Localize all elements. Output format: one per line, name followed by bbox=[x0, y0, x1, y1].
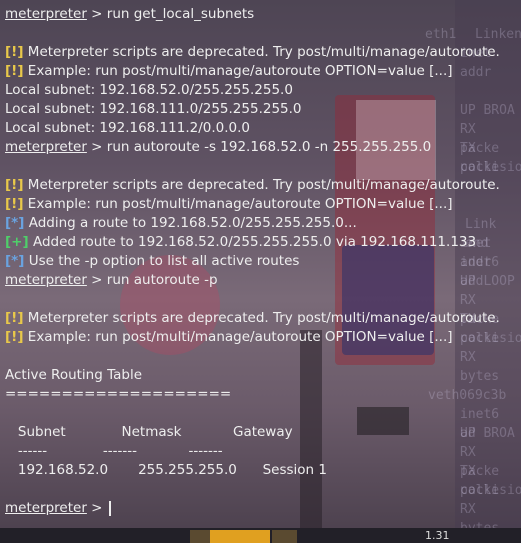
terminal-output-line: [!] Example: run post/multi/manage/autor… bbox=[5, 328, 453, 347]
status-tag: [*] bbox=[5, 253, 25, 269]
terminal-output-line: [!] Example: run post/multi/manage/autor… bbox=[5, 195, 453, 214]
terminal-text: Example: run post/multi/manage/autoroute… bbox=[23, 329, 453, 345]
terminal-text: Active Routing Table bbox=[5, 367, 143, 383]
terminal-prompt-line: meterpreter > run get_local_subnets bbox=[5, 5, 254, 24]
terminal-text: ==================== bbox=[5, 386, 232, 402]
terminal-text: > run autoroute -s 192.168.52.0 -n 255.2… bbox=[86, 139, 432, 155]
terminal-output-line: ==================== bbox=[5, 385, 231, 404]
taskbar-item[interactable] bbox=[272, 530, 297, 543]
terminal-output-line: Active Routing Table bbox=[5, 366, 142, 385]
terminal-prompt-line: meterpreter > run autoroute -s 192.168.5… bbox=[5, 138, 431, 157]
terminal-text: Meterpreter scripts are deprecated. Try … bbox=[23, 44, 500, 60]
status-tag: [!] bbox=[5, 44, 24, 60]
status-tag: [!] bbox=[5, 196, 24, 212]
text-cursor bbox=[108, 500, 111, 516]
meterpreter-prompt: meterpreter bbox=[5, 272, 87, 288]
terminal-prompt-line: meterpreter > bbox=[5, 499, 111, 518]
terminal-text: Meterpreter scripts are deprecated. Try … bbox=[23, 310, 500, 326]
terminal-text: ------ ------- ------- bbox=[5, 443, 223, 459]
terminal-output-line: [!] Meterpreter scripts are deprecated. … bbox=[5, 43, 500, 62]
status-tag: [!] bbox=[5, 177, 24, 193]
meterpreter-prompt: meterpreter bbox=[5, 6, 87, 22]
terminal-text: > run get_local_subnets bbox=[86, 6, 255, 22]
taskbar-item-active[interactable] bbox=[210, 530, 270, 543]
terminal-output-line: Local subnet: 192.168.111.0/255.255.255.… bbox=[5, 100, 302, 119]
terminal-output-line: Subnet Netmask Gateway bbox=[5, 423, 293, 442]
terminal-output-line: ------ ------- ------- bbox=[5, 442, 223, 461]
terminal-output-line: 192.168.52.0 255.255.255.0 Session 1 bbox=[5, 461, 327, 480]
terminal-prompt-line: meterpreter > run autoroute -p bbox=[5, 271, 218, 290]
terminal-output-line: Local subnet: 192.168.52.0/255.255.255.0 bbox=[5, 81, 293, 100]
terminal-text: > run autoroute -p bbox=[86, 272, 218, 288]
terminal-output-line: [*] Use the -p option to list all active… bbox=[5, 252, 299, 271]
terminal-output-line: [+] Added route to 192.168.52.0/255.255.… bbox=[5, 233, 476, 252]
terminal-text: 192.168.52.0 255.255.255.0 Session 1 bbox=[5, 462, 327, 478]
meterpreter-prompt: meterpreter bbox=[5, 139, 87, 155]
status-tag: [+] bbox=[5, 234, 29, 250]
terminal-text: Meterpreter scripts are deprecated. Try … bbox=[23, 177, 500, 193]
terminal-text: Local subnet: 192.168.111.0/255.255.255.… bbox=[5, 101, 302, 117]
status-tag: [!] bbox=[5, 329, 24, 345]
terminal-output-line: [!] Example: run post/multi/manage/autor… bbox=[5, 62, 453, 81]
terminal-output-line: [!] Meterpreter scripts are deprecated. … bbox=[5, 309, 500, 328]
terminal-output-line: [*] Adding a route to 192.168.52.0/255.2… bbox=[5, 214, 357, 233]
meterpreter-prompt: meterpreter bbox=[5, 500, 87, 516]
terminal-text: Local subnet: 192.168.52.0/255.255.255.0 bbox=[5, 82, 293, 98]
terminal-text: Added route to 192.168.52.0/255.255.255.… bbox=[28, 234, 477, 250]
terminal-text: > bbox=[86, 500, 107, 516]
terminal-text: Adding a route to 192.168.52.0/255.255.2… bbox=[24, 215, 357, 231]
taskbar-clock: 1.31 bbox=[425, 529, 450, 542]
status-tag: [!] bbox=[5, 63, 24, 79]
terminal-output-line: Local subnet: 192.168.111.2/0.0.0.0 bbox=[5, 119, 250, 138]
terminal-text: Use the -p option to list all active rou… bbox=[24, 253, 300, 269]
terminal-text: Example: run post/multi/manage/autoroute… bbox=[23, 196, 453, 212]
terminal-text: Example: run post/multi/manage/autoroute… bbox=[23, 63, 453, 79]
terminal-output-line: [!] Meterpreter scripts are deprecated. … bbox=[5, 176, 500, 195]
terminal-window[interactable]: meterpreter > run get_local_subnets [!] M… bbox=[0, 0, 521, 528]
status-tag: [*] bbox=[5, 215, 25, 231]
taskbar: 1.31 bbox=[0, 528, 521, 543]
status-tag: [!] bbox=[5, 310, 24, 326]
terminal-text: Local subnet: 192.168.111.2/0.0.0.0 bbox=[5, 120, 250, 136]
terminal-text: Subnet Netmask Gateway bbox=[5, 424, 293, 440]
